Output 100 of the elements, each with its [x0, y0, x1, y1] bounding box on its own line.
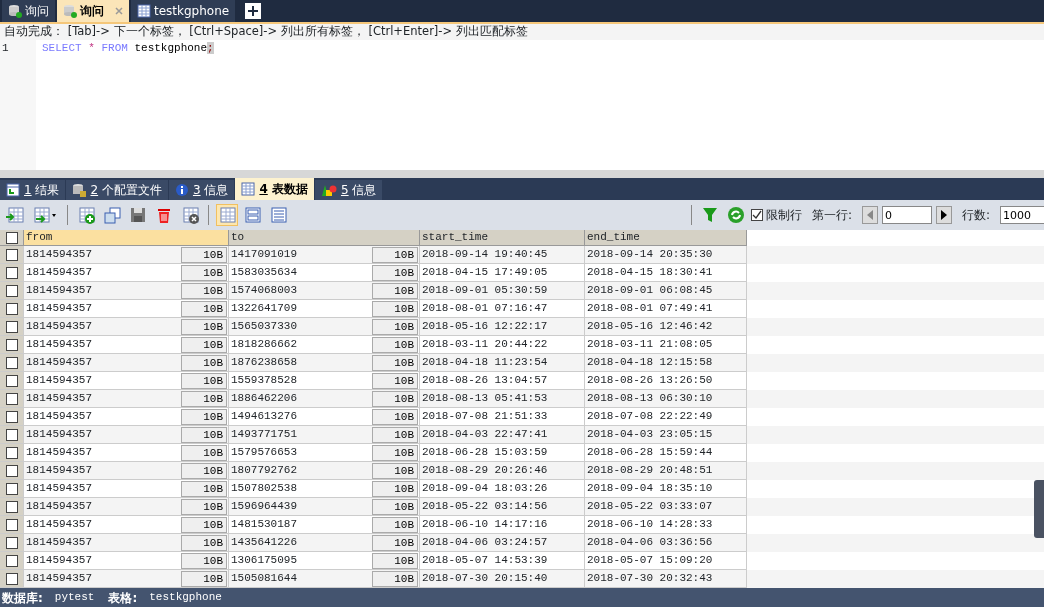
editor-tab[interactable]: 询问 — [57, 0, 129, 22]
row-checkbox[interactable] — [5, 410, 18, 423]
table-cell-text: 1583035634 — [231, 265, 297, 281]
result-tab[interactable]: 4 表数据 — [235, 178, 314, 200]
blob-button[interactable]: 10B — [372, 300, 418, 317]
row-checkbox[interactable] — [5, 518, 18, 531]
row-checkbox[interactable] — [5, 338, 18, 351]
blob-button[interactable]: 10B — [372, 462, 418, 479]
column-header[interactable]: from — [24, 230, 229, 246]
column-header[interactable]: start_time — [420, 230, 585, 246]
table-cell-text: 1814594357 — [26, 481, 92, 497]
blob-button[interactable]: 10B — [181, 336, 227, 353]
table-cell-text: 2018-07-30 20:15:40 — [422, 571, 548, 587]
import-icon[interactable] — [4, 204, 26, 226]
side-handle[interactable] — [1034, 480, 1044, 538]
blob-button[interactable]: 10B — [181, 390, 227, 407]
row-checkbox[interactable] — [5, 554, 18, 567]
first-row-field[interactable]: 0 — [881, 206, 932, 224]
column-header[interactable]: end_time — [585, 230, 747, 246]
blob-button[interactable]: 10B — [372, 534, 418, 551]
blob-button[interactable]: 10B — [181, 408, 227, 425]
code-line: SELECT * FROM testkgphone; — [41, 41, 214, 56]
blob-button[interactable]: 10B — [372, 552, 418, 569]
blob-button[interactable]: 10B — [181, 264, 227, 281]
blob-button[interactable]: 10B — [372, 390, 418, 407]
blob-button[interactable]: 10B — [181, 372, 227, 389]
blob-button[interactable]: 10B — [181, 246, 227, 263]
column-header[interactable]: to — [229, 230, 420, 246]
table-cell-text: 1574068003 — [231, 283, 297, 299]
table-cell-text: 2018-09-04 18:35:10 — [587, 481, 713, 497]
duplicate-icon[interactable] — [101, 204, 123, 226]
row-count-field[interactable]: 1000 — [1000, 206, 1044, 224]
blob-button[interactable]: 10B — [372, 570, 418, 587]
status-label: 数据库: — [2, 589, 43, 607]
table-cell-text: 2018-09-14 19:40:45 — [422, 247, 548, 263]
row-checkbox[interactable] — [5, 482, 18, 495]
blob-button[interactable]: 10B — [372, 246, 418, 263]
result-tab[interactable]: 2 个配置文件 — [66, 180, 168, 200]
form-view-icon[interactable] — [242, 204, 264, 226]
row-checkbox[interactable] — [5, 284, 18, 297]
blob-button[interactable]: 10B — [372, 516, 418, 533]
row-checkbox[interactable] — [5, 500, 18, 513]
blob-button[interactable]: 10B — [181, 300, 227, 317]
table-cell-text: 2018-08-13 05:41:53 — [422, 391, 548, 407]
table-cell-text: 2018-07-30 20:32:43 — [587, 571, 713, 587]
row-checkbox[interactable] — [5, 302, 18, 315]
blob-button[interactable]: 10B — [181, 462, 227, 479]
blob-button[interactable]: 10B — [372, 480, 418, 497]
blob-button[interactable]: 10B — [372, 408, 418, 425]
blob-button[interactable]: 10B — [181, 426, 227, 443]
table-cell-text: 1818286662 — [231, 337, 297, 353]
row-checkbox[interactable] — [5, 248, 18, 261]
table-cell-text: 2018-07-08 21:51:33 — [422, 409, 548, 425]
blob-button[interactable]: 10B — [372, 354, 418, 371]
blob-button[interactable]: 10B — [181, 552, 227, 569]
blob-button[interactable]: 10B — [372, 498, 418, 515]
result-tab[interactable]: 3 信息 — [168, 180, 235, 200]
blob-button[interactable]: 10B — [372, 282, 418, 299]
row-checkbox[interactable] — [5, 320, 18, 333]
row-checkbox[interactable] — [5, 536, 18, 549]
editor-tab[interactable]: 询问 — [2, 0, 55, 22]
blob-button[interactable]: 10B — [181, 534, 227, 551]
row-checkbox[interactable] — [5, 356, 18, 369]
table-cell-text: 1814594357 — [26, 319, 92, 335]
row-checkbox[interactable] — [5, 428, 18, 441]
database-icon — [72, 183, 87, 197]
previous-button[interactable] — [861, 206, 878, 224]
blob-button[interactable]: 10B — [181, 444, 227, 461]
table-icon — [137, 4, 151, 18]
blob-button[interactable]: 10B — [181, 498, 227, 515]
result-tab[interactable]: 1 结果 — [0, 180, 66, 200]
blob-button[interactable]: 10B — [372, 318, 418, 335]
table-cell-text: 1493771751 — [231, 427, 297, 443]
blob-button[interactable]: 10B — [181, 516, 227, 533]
result-tab[interactable]: 5 信息 — [314, 180, 383, 200]
blob-button[interactable]: 10B — [372, 426, 418, 443]
table-cell-text: 1814594357 — [26, 535, 92, 551]
editor-tab[interactable]: testkgphone — [131, 0, 236, 22]
blob-button[interactable]: 10B — [372, 444, 418, 461]
text-view-icon[interactable] — [268, 204, 290, 226]
autocomplete-hint: 自动完成： [Tab]-> 下一个标签， [Ctrl+Space]-> 列出所有标签， [Ctrl+Enter]-> 列出匹配标签 — [0, 22, 1044, 40]
blob-button[interactable]: 10B — [372, 336, 418, 353]
row-checkbox[interactable] — [5, 446, 18, 459]
blob-button[interactable]: 10B — [181, 354, 227, 371]
row-checkbox[interactable] — [5, 266, 18, 279]
row-checkbox[interactable] — [5, 464, 18, 477]
limit-checkbox[interactable] — [750, 209, 763, 221]
row-checkbox[interactable] — [5, 374, 18, 387]
next-button[interactable] — [935, 206, 952, 224]
row-checkbox[interactable] — [5, 572, 18, 585]
blob-button[interactable]: 10B — [372, 372, 418, 389]
row-checkbox[interactable] — [5, 392, 18, 405]
blob-button[interactable]: 10B — [372, 264, 418, 281]
blob-button[interactable]: 10B — [181, 570, 227, 587]
table-cell-text: 2018-04-06 03:24:57 — [422, 535, 548, 551]
blob-button[interactable]: 10B — [181, 318, 227, 335]
blob-button[interactable]: 10B — [181, 282, 227, 299]
blob-button[interactable]: 10B — [181, 480, 227, 497]
select-all-checkbox[interactable] — [5, 231, 18, 244]
new-tab-button[interactable] — [245, 3, 262, 19]
